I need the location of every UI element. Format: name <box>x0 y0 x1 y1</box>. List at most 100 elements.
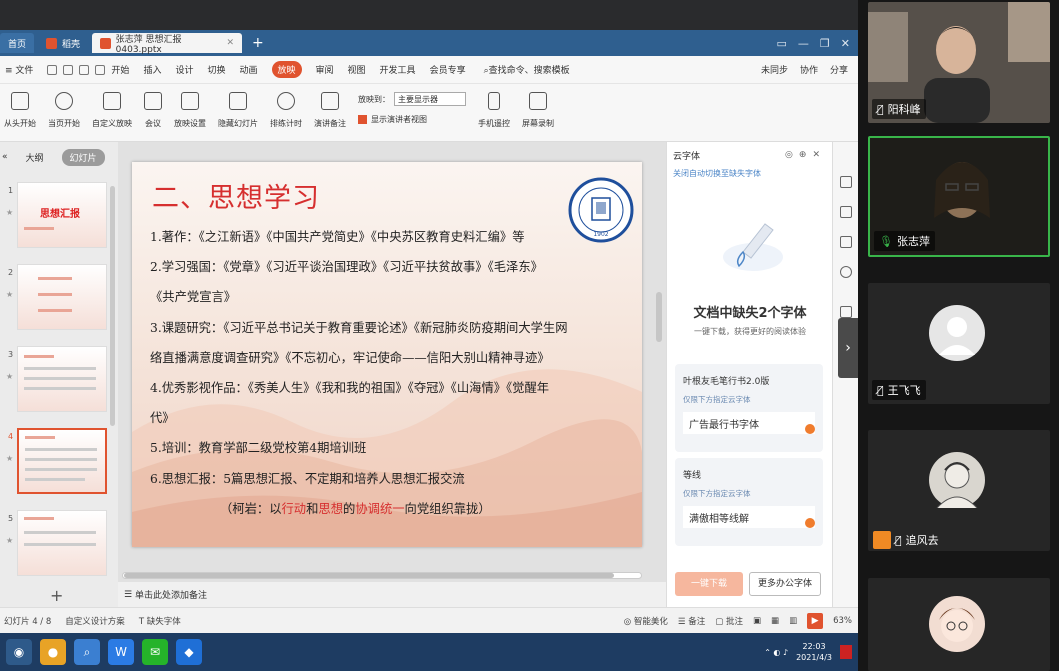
thumbnail-line <box>25 478 85 481</box>
tray-icons[interactable]: ⌃ ◐ ♪ <box>764 648 788 657</box>
ribbon-hide-slide[interactable]: 隐藏幻灯片 <box>218 92 258 129</box>
notification-icon[interactable] <box>840 645 852 659</box>
participant-name: 追风去 <box>905 534 939 547</box>
settings-icon[interactable]: ◎ <box>785 150 799 160</box>
ribbon-show-settings[interactable]: 放映设置 <box>174 92 206 129</box>
close-window-icon[interactable]: ✕ <box>841 37 850 50</box>
slide-line: 6.思想汇报：5篇思想汇报、不定期和培养人思想汇报交流 <box>150 471 465 486</box>
presenter-view-checkbox[interactable]: 显示演讲者视图 <box>358 114 466 125</box>
collapse-icon[interactable]: « <box>2 152 8 162</box>
participant-tile[interactable] <box>868 578 1050 671</box>
help-icon[interactable] <box>840 266 852 278</box>
meeting-app-icon[interactable]: ◆ <box>176 639 202 665</box>
tab-document[interactable]: 张志萍 思想汇报 0403.pptx ✕ <box>92 33 243 55</box>
tab-docer[interactable]: 稻壳 <box>38 33 88 53</box>
star-tool-icon[interactable] <box>840 206 852 218</box>
menu-vip[interactable]: 会员专享 <box>430 63 466 76</box>
play-icon[interactable]: ▶ <box>807 612 824 629</box>
sliders-icon[interactable] <box>840 176 852 188</box>
collab-button[interactable]: 协作 <box>800 63 818 76</box>
menu-home[interactable]: 开始 <box>111 63 129 76</box>
close-icon[interactable]: ✕ <box>812 150 826 160</box>
share-button[interactable]: 分享 <box>830 63 848 76</box>
ribbon-meeting[interactable]: 会议 <box>144 92 162 129</box>
ribbon-from-current[interactable]: 当页开始 <box>48 92 80 129</box>
expand-panel-button[interactable]: › <box>838 318 858 378</box>
zoom-level[interactable]: 63% <box>833 616 852 626</box>
display-select[interactable]: 放映到： 主要显示器 <box>358 92 466 106</box>
add-slide-button[interactable]: + <box>50 586 63 605</box>
ribbon-from-start[interactable]: 从头开始 <box>4 92 36 129</box>
sync-button[interactable]: 未同步 <box>761 63 788 76</box>
menu-review[interactable]: 审阅 <box>316 63 334 76</box>
tab-slides[interactable]: 幻灯片 <box>61 148 105 166</box>
download-all-button[interactable]: 一键下载 <box>675 572 743 596</box>
wechat-icon[interactable]: ✉ <box>142 639 168 665</box>
font-card[interactable]: 等线 仅限下方指定云字体 满傲相等线解 <box>675 458 823 546</box>
menu-view[interactable]: 视图 <box>348 63 366 76</box>
grid-view-icon[interactable]: ▦ <box>771 616 779 626</box>
menu-transition[interactable]: 切换 <box>207 63 225 76</box>
browser-icon[interactable]: ● <box>40 639 66 665</box>
menu-insert[interactable]: 插入 <box>143 63 161 76</box>
slide-thumbnail[interactable]: 2 ★ <box>0 264 118 334</box>
normal-view-icon[interactable]: ▣ <box>753 616 761 626</box>
close-icon[interactable]: ✕ <box>226 38 234 48</box>
ribbon-screen-record[interactable]: 屏幕录制 <box>522 92 554 129</box>
select-icon[interactable] <box>840 236 852 248</box>
command-search[interactable]: ⌕查找命令、搜索模板 <box>484 63 570 76</box>
download-icon[interactable] <box>805 518 815 528</box>
layout-icon[interactable]: ▭ <box>777 37 787 50</box>
missing-font-indicator[interactable]: T 缺失字体 <box>139 615 181 627</box>
font-card[interactable]: 叶根友毛笔行书2.0版 仅限下方指定云字体 广告最行书字体 <box>675 364 823 452</box>
participant-tile[interactable]: 🎙̸ 追风去 <box>868 430 1050 551</box>
pin-icon[interactable]: ⊕ <box>799 150 813 160</box>
menu-animation[interactable]: 动画 <box>239 63 257 76</box>
menu-design[interactable]: 设计 <box>175 63 193 76</box>
notes-toggle[interactable]: ☰ 备注 <box>678 615 705 627</box>
open-icon[interactable] <box>47 64 58 75</box>
ribbon-phone-remote[interactable]: 手机遥控 <box>478 92 510 129</box>
wps-icon[interactable]: W <box>108 639 134 665</box>
menu-slideshow[interactable]: 放映 <box>271 61 302 78</box>
more-fonts-button[interactable]: 更多办公字体 <box>749 572 821 596</box>
ribbon-custom-show[interactable]: 自定义放映 <box>92 92 132 129</box>
text-tool-icon[interactable] <box>840 306 852 318</box>
search-icon[interactable]: ⌕ <box>74 639 100 665</box>
participant-tile[interactable]: 🎙̸ 阳科峰 <box>868 2 1050 123</box>
ribbon-label: 排练计时 <box>270 119 302 128</box>
tab-outline[interactable]: 大纲 <box>18 149 52 166</box>
ribbon-speaker-notes[interactable]: 演讲备注 <box>314 92 346 129</box>
restore-icon[interactable]: ❐ <box>820 37 830 50</box>
new-tab-button[interactable]: + <box>246 35 270 51</box>
minimize-icon[interactable]: — <box>798 37 809 50</box>
notes-bar[interactable]: ☰ 单击此处添加备注 <box>118 582 666 607</box>
auto-switch-link[interactable]: 关闭自动切换至缺失字体 <box>667 168 832 179</box>
thumbnail-scrollbar[interactable] <box>110 186 115 426</box>
print-icon[interactable] <box>79 64 90 75</box>
slide-thumbnail[interactable]: 1 ★ 思想汇报 <box>0 182 118 252</box>
comments-toggle[interactable]: ▢ 批注 <box>715 615 743 627</box>
slide[interactable]: 二、思想学习 1902 1.著作：《之江新语》《中国共产党简史》《中央苏区教育史… <box>132 162 642 547</box>
slide-thumbnail[interactable]: 5 ★ <box>0 510 118 580</box>
participant-nametag: 🎙̸ 阳科峰 <box>872 99 926 119</box>
slide-thumbnail[interactable]: 3 ★ <box>0 346 118 416</box>
beautify-button[interactable]: ◎ 智能美化 <box>624 615 668 627</box>
menu-file[interactable]: ≡ 文件 <box>5 63 33 76</box>
download-icon[interactable] <box>805 424 815 434</box>
slide-thumbnail-selected[interactable]: 4 ★ <box>0 428 118 498</box>
tab-home[interactable]: 首页 <box>0 33 35 53</box>
participant-tile[interactable]: 🎙̸ 王飞飞 <box>868 283 1050 404</box>
theme-name[interactable]: 自定义设计方案 <box>65 615 125 627</box>
participant-tile-speaking[interactable]: 🎙 张志萍 <box>868 136 1050 257</box>
undo-icon[interactable] <box>95 64 106 75</box>
horizontal-scroll-thumb[interactable] <box>124 573 614 578</box>
save-icon[interactable] <box>63 64 74 75</box>
display-select-value[interactable]: 主要显示器 <box>394 92 466 106</box>
start-icon[interactable]: ◉ <box>6 639 32 665</box>
font-panel-buttons: 一键下载 更多办公字体 <box>675 572 821 596</box>
menu-developer[interactable]: 开发工具 <box>380 63 416 76</box>
ribbon-rehearse[interactable]: 排练计时 <box>270 92 302 129</box>
canvas-vertical-scrollbar[interactable] <box>656 292 662 342</box>
reading-view-icon[interactable]: ▥ <box>789 616 797 626</box>
